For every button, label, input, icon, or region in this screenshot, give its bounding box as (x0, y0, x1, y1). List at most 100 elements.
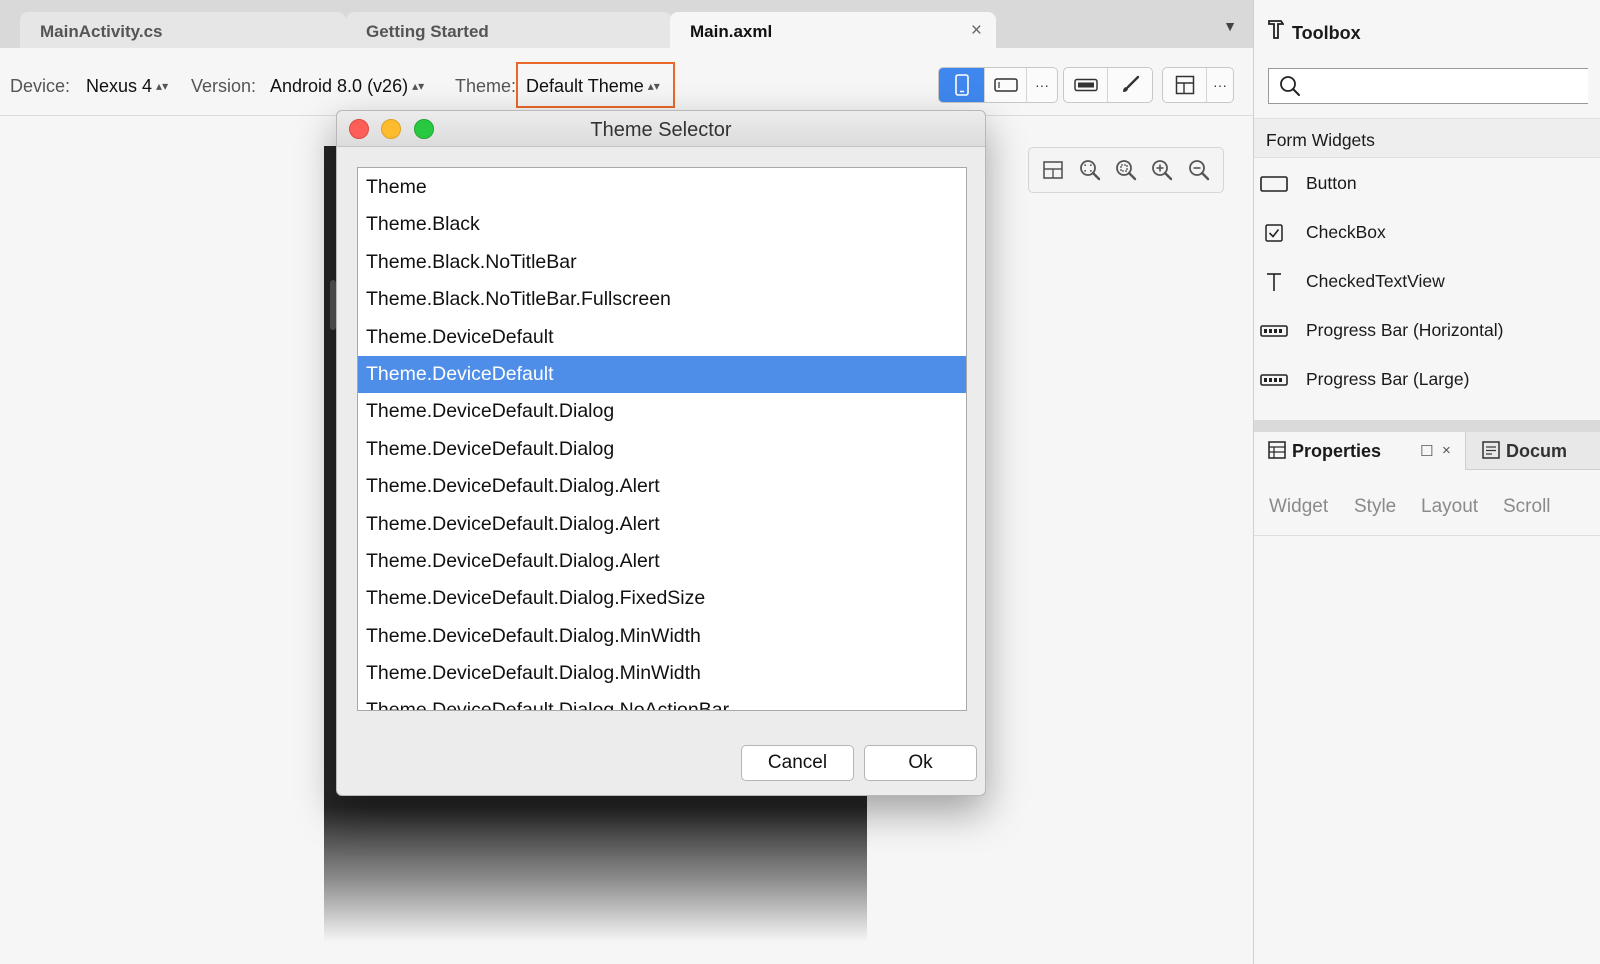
subtab-scroll[interactable]: Scroll (1503, 496, 1551, 518)
widget-item-checkedtextview[interactable]: CheckedTextView (1254, 257, 1600, 306)
paintbrush-icon (1123, 75, 1140, 92)
checkbox-widget-icon (1248, 223, 1300, 242)
theme-list-item[interactable]: Theme.Black (358, 206, 966, 243)
widget-label: Progress Bar (Large) (1306, 369, 1470, 389)
widget-view-button[interactable] (1064, 68, 1108, 102)
layout-grid-button[interactable] (1163, 68, 1207, 102)
subtab-style[interactable]: Style (1354, 496, 1396, 518)
widget-label: CheckedTextView (1306, 271, 1445, 291)
zoom-out-button[interactable] (1185, 156, 1213, 184)
more-icon: ··· (1035, 77, 1049, 93)
document-tab-bar: MainActivity.cs Getting Started Main.axm… (0, 0, 1253, 48)
theme-list-item[interactable]: Theme.DeviceDefault.Dialog (358, 393, 966, 430)
tab-getting-started[interactable]: Getting Started (346, 12, 672, 48)
properties-list-icon (1268, 441, 1286, 464)
fit-layout-button[interactable] (1039, 156, 1067, 184)
form-widgets-section-header[interactable]: Form Widgets (1254, 118, 1600, 158)
progress-bar-icon (1248, 324, 1300, 337)
theme-list-item[interactable]: Theme.DeviceDefault.Dialog.Alert (358, 506, 966, 543)
document-icon (1482, 441, 1500, 464)
layout-more-button[interactable]: ··· (1207, 68, 1233, 102)
designer-editor: MainActivity.cs Getting Started Main.axm… (0, 0, 1253, 964)
tab-label: Main.axml (690, 22, 773, 41)
portrait-button[interactable] (939, 68, 985, 102)
panel-splitter[interactable] (1254, 420, 1600, 432)
widget-item-progress-bar-large[interactable]: Progress Bar (Large) (1254, 355, 1600, 404)
theme-list[interactable]: Theme Theme.Black Theme.Black.NoTitleBar Th… (357, 167, 967, 711)
widget-label: Button (1306, 173, 1357, 193)
toolbox-title: Toolbox (1292, 23, 1361, 43)
progress-bar-icon (1248, 373, 1300, 386)
view-mode-button-group (1063, 67, 1153, 103)
subtab-layout[interactable]: Layout (1421, 496, 1478, 518)
widget-label: CheckBox (1306, 222, 1386, 242)
search-icon (1279, 75, 1301, 102)
version-value: Android 8.0 (v26) (270, 76, 409, 96)
dialog-title: Theme Selector (590, 119, 732, 141)
theme-list-item[interactable]: Theme.Black.NoTitleBar.Fullscreen (358, 281, 966, 318)
ok-button[interactable]: Ok (864, 745, 977, 781)
version-label: Version: (191, 76, 257, 96)
theme-list-item[interactable]: Theme (358, 169, 966, 206)
theme-list-item[interactable]: Theme.DeviceDefault (358, 319, 966, 356)
orientation-button-group: ··· (938, 67, 1058, 103)
tab-properties[interactable]: Properties ☐ × (1254, 432, 1466, 470)
maximize-icon[interactable]: ☐ (1420, 442, 1433, 460)
close-icon[interactable]: × (1442, 442, 1451, 459)
tab-overflow-chevron-icon[interactable]: ▼ (1223, 18, 1237, 34)
widget-bar-icon (1073, 78, 1098, 92)
dialog-title-bar: Theme Selector (337, 111, 985, 147)
updown-chevron-icon: ▴▾ (412, 79, 425, 93)
theme-label: Theme: (455, 76, 517, 96)
theme-list-item[interactable]: Theme.DeviceDefault.Dialog.MinWidth (358, 655, 966, 692)
device-selector[interactable]: Nexus 4 ▴▾ (86, 76, 168, 97)
button-widget-icon (1248, 175, 1300, 193)
tab-mainactivity[interactable]: MainActivity.cs (20, 12, 346, 48)
widget-item-checkbox[interactable]: CheckBox (1254, 208, 1600, 257)
style-brush-button[interactable] (1108, 68, 1152, 102)
toolbox-search-input[interactable] (1309, 75, 1579, 99)
tab-close-icon[interactable]: × (971, 20, 982, 42)
theme-list-item[interactable]: Theme.DeviceDefault.Dialog.NoActionBar (358, 692, 966, 710)
zoom-actual-button[interactable] (1112, 156, 1140, 184)
subtab-widget[interactable]: Widget (1269, 496, 1328, 518)
zoom-in-button[interactable] (1148, 156, 1176, 184)
zoom-out-icon (1188, 160, 1209, 181)
theme-list-item[interactable]: Theme.Black.NoTitleBar (358, 244, 966, 281)
toolbox-header: Toolbox (1268, 19, 1361, 45)
theme-list-item[interactable]: Theme.DeviceDefault.Dialog (358, 431, 966, 468)
tab-main-axml[interactable]: Main.axml × (670, 12, 996, 48)
zoom-actual-icon (1116, 160, 1137, 181)
properties-tab-bar: Properties ☐ × Docum (1254, 432, 1600, 470)
phone-landscape-icon (993, 78, 1018, 92)
grid-layout-icon (1175, 75, 1194, 95)
widget-label: Progress Bar (Horizontal) (1306, 320, 1504, 340)
layout-button-group: ··· (1162, 67, 1234, 103)
version-selector[interactable]: Android 8.0 (v26) ▴▾ (270, 76, 424, 97)
zoom-fit-icon (1079, 160, 1100, 181)
more-icon: ··· (1213, 77, 1227, 93)
theme-list-item[interactable]: Theme.DeviceDefault.Dialog.FixedSize (358, 580, 966, 617)
landscape-button[interactable] (985, 68, 1027, 102)
hammer-icon (1268, 19, 1286, 45)
widget-item-progress-bar-horizontal[interactable]: Progress Bar (Horizontal) (1254, 306, 1600, 355)
document-tab-label: Docum (1506, 441, 1568, 461)
tab-label: MainActivity.cs (40, 22, 163, 41)
updown-chevron-icon: ▴▾ (156, 79, 169, 93)
phone-portrait-icon (954, 74, 969, 96)
theme-list-item[interactable]: Theme.DeviceDefault (358, 355, 966, 394)
toolbox-search-box[interactable] (1268, 68, 1588, 104)
cancel-button[interactable]: Cancel (741, 745, 854, 781)
zoom-fit-button[interactable] (1076, 156, 1104, 184)
theme-list-item[interactable]: Theme.DeviceDefault.Dialog.MinWidth (358, 618, 966, 655)
theme-selector-dialog: Theme Selector Theme Theme.Black Theme.Bla… (336, 110, 986, 796)
text-widget-icon (1248, 272, 1300, 292)
theme-list-item[interactable]: Theme.DeviceDefault.Dialog.Alert (358, 468, 966, 505)
orientation-more-button[interactable]: ··· (1027, 68, 1057, 102)
zoom-in-icon (1152, 160, 1173, 181)
widget-item-button[interactable]: Button (1254, 159, 1600, 208)
device-value: Nexus 4 (86, 76, 153, 96)
theme-list-item[interactable]: Theme.DeviceDefault.Dialog.Alert (358, 543, 966, 580)
tab-label: Getting Started (366, 22, 489, 41)
tab-document-outline[interactable]: Docum (1478, 432, 1567, 470)
